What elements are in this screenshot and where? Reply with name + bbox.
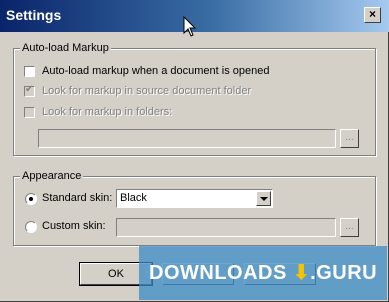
autoload-on-open-label[interactable]: Auto-load markup when a document is open… xyxy=(42,65,269,77)
custom-skin-radio[interactable] xyxy=(25,221,37,233)
watermark-text: DOWNLOADS ⬇.GURU xyxy=(149,262,378,284)
look-in-folders-checkbox[interactable] xyxy=(24,107,35,118)
close-icon: × xyxy=(368,7,376,21)
chevron-down-icon[interactable] xyxy=(256,191,271,206)
standard-skin-value: Black xyxy=(120,192,147,204)
folders-input[interactable] xyxy=(38,129,336,148)
download-arrow-icon: ⬇ xyxy=(292,262,311,284)
close-button[interactable]: × xyxy=(364,7,381,23)
mouse-pointer-icon xyxy=(183,16,197,37)
custom-skin-input[interactable] xyxy=(116,218,336,237)
checkmark-icon: ✔ xyxy=(25,84,34,95)
appearance-group-label: Appearance xyxy=(20,170,84,182)
autoload-group-label: Auto-load Markup xyxy=(20,42,111,54)
look-in-folders-label[interactable]: Look for markup in folders: xyxy=(42,106,172,118)
autoload-on-open-checkbox[interactable] xyxy=(24,66,35,77)
window-title: Settings xyxy=(6,7,62,23)
settings-dialog: Settings × Auto-load Markup Auto-load ma… xyxy=(0,0,389,302)
look-in-source-folder-label[interactable]: Look for markup in source document folde… xyxy=(42,85,251,97)
standard-skin-label[interactable]: Standard skin: xyxy=(42,192,112,204)
standard-skin-radio[interactable] xyxy=(25,193,37,205)
watermark-banner: DOWNLOADS ⬇.GURU xyxy=(139,246,387,300)
browse-skin-button[interactable]: ... xyxy=(340,218,359,237)
look-in-source-folder-checkbox[interactable]: ✔ xyxy=(24,84,35,97)
radio-selected-dot xyxy=(29,197,33,201)
custom-skin-label[interactable]: Custom skin: xyxy=(42,220,106,232)
standard-skin-select[interactable]: Black xyxy=(116,189,273,208)
browse-folders-button[interactable]: ... xyxy=(340,129,359,148)
